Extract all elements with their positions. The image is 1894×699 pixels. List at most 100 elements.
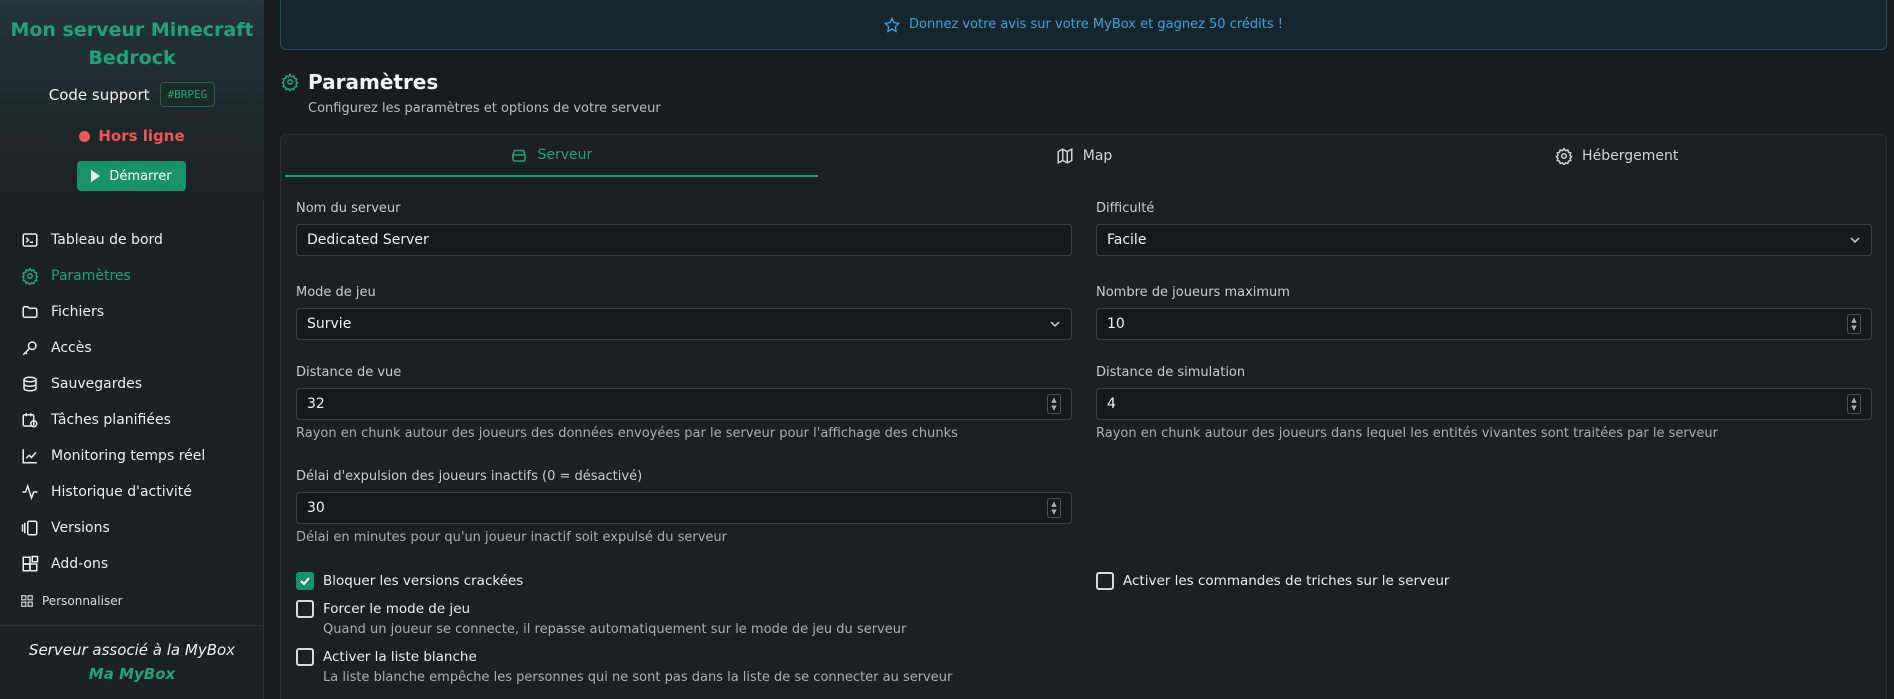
- star-icon: [884, 16, 900, 33]
- cheats-checkbox[interactable]: [1096, 572, 1114, 590]
- whitelist-help: La liste blanche empêche les personnes q…: [323, 670, 953, 685]
- view-distance-help: Rayon en chunk autour des joueurs des do…: [296, 426, 958, 441]
- whitelist-checkbox-row[interactable]: Activer la liste blanche: [296, 648, 477, 666]
- my-mybox-link[interactable]: Ma MyBox: [0, 665, 264, 683]
- database-icon: [20, 374, 40, 394]
- sidebar-item-label: Paramètres: [51, 268, 131, 284]
- block-cracked-checkbox-row[interactable]: Bloquer les versions crackées: [296, 572, 523, 590]
- sidebar-item-label: Historique d'activité: [51, 484, 192, 500]
- tab-label: Serveur: [537, 147, 593, 163]
- sim-distance-help: Rayon en chunk autour des joueurs dans l…: [1096, 426, 1718, 441]
- page-header: Paramètres: [281, 70, 438, 94]
- page-subtitle: Configurez les paramètres et options de …: [308, 101, 661, 116]
- sidebar-item-access[interactable]: Accès: [20, 330, 250, 366]
- support-code-badge[interactable]: #BRPEG: [159, 82, 216, 107]
- feedback-banner-text: Donnez votre avis sur votre MyBox et gag…: [909, 17, 1283, 32]
- gamemode-label: Mode de jeu: [296, 285, 376, 300]
- cheats-checkbox-row[interactable]: Activer les commandes de triches sur le …: [1096, 572, 1449, 590]
- sidebar-item-label: Tableau de bord: [51, 232, 163, 248]
- gamemode-select[interactable]: Survie: [296, 308, 1072, 340]
- play-icon: [91, 170, 101, 182]
- sidebar-item-versions[interactable]: Versions: [20, 510, 250, 546]
- gear-icon: [20, 266, 40, 286]
- view-distance-label: Distance de vue: [296, 365, 402, 380]
- sidebar-item-label: Tâches planifiées: [51, 412, 171, 428]
- gear-icon: [1555, 146, 1573, 165]
- check-icon: [300, 577, 310, 586]
- sidebar-item-label: Versions: [51, 520, 110, 536]
- view-distance-input[interactable]: 32 ▲ ▼: [296, 388, 1072, 420]
- max-players-value: 10: [1107, 316, 1125, 332]
- start-server-button[interactable]: Démarrer: [77, 161, 186, 191]
- sim-distance-label: Distance de simulation: [1096, 365, 1246, 380]
- sidebar-item-dashboard[interactable]: Tableau de bord: [20, 222, 250, 258]
- server-name-label: Nom du serveur: [296, 201, 401, 216]
- gear-icon: [281, 73, 299, 91]
- associated-mybox-text: Serveur associé à la MyBox: [28, 641, 236, 659]
- server-name: Mon serveur Minecraft Bedrock: [10, 19, 254, 69]
- settings-tabs: Serveur Map Hébergement: [285, 135, 1883, 177]
- sidebar-item-label: Fichiers: [51, 304, 105, 320]
- server-name-input[interactable]: Dedicated Server: [296, 224, 1072, 256]
- force-gamemode-label: Forcer le mode de jeu: [323, 601, 471, 617]
- number-stepper-icon[interactable]: ▲ ▼: [1847, 394, 1861, 414]
- sidebar-item-files[interactable]: Fichiers: [20, 294, 250, 330]
- cheats-label: Activer les commandes de triches sur le …: [1123, 573, 1450, 589]
- force-gamemode-checkbox-row[interactable]: Forcer le mode de jeu: [296, 600, 470, 618]
- calendar-clock-icon: [20, 410, 40, 430]
- versions-icon: [20, 518, 40, 538]
- sidebar: Mon serveur Minecraft Bedrock Code suppo…: [0, 0, 264, 699]
- block-cracked-checkbox[interactable]: [296, 572, 314, 590]
- sidebar-item-label: Add-ons: [51, 556, 109, 572]
- whitelist-label: Activer la liste blanche: [323, 649, 477, 665]
- sim-distance-value: 4: [1107, 396, 1116, 412]
- sidebar-item-activity-history[interactable]: Historique d'activité: [20, 474, 250, 510]
- server-status: Hors ligne: [0, 127, 264, 145]
- terminal-icon: [20, 230, 40, 250]
- sidebar-item-settings[interactable]: Paramètres: [20, 258, 250, 294]
- status-dot-icon: [79, 130, 91, 142]
- idle-kick-help: Délai en minutes pour qu'un joueur inact…: [296, 530, 728, 545]
- sidebar-item-scheduled-tasks[interactable]: Tâches planifiées: [20, 402, 250, 438]
- gamemode-value: Survie: [307, 316, 352, 332]
- number-stepper-icon[interactable]: ▲ ▼: [1047, 498, 1061, 518]
- number-stepper-icon[interactable]: ▲ ▼: [1047, 394, 1061, 414]
- grid-icon: [21, 595, 33, 607]
- max-players-input[interactable]: 10 ▲ ▼: [1096, 308, 1872, 340]
- customize-button[interactable]: Personnaliser: [20, 594, 123, 608]
- difficulty-value: Facile: [1107, 232, 1147, 248]
- settings-card: Serveur Map Hébergement Nom du serveur D…: [280, 134, 1887, 699]
- map-icon: [1057, 147, 1073, 164]
- chevron-down-icon: [1050, 321, 1060, 328]
- customize-label: Personnaliser: [42, 594, 123, 608]
- start-button-label: Démarrer: [109, 168, 172, 184]
- sidebar-nav: Tableau de bord Paramètres Fichiers Accè…: [20, 222, 250, 582]
- sidebar-divider: [0, 625, 264, 626]
- view-distance-value: 32: [307, 396, 325, 412]
- difficulty-select[interactable]: Facile: [1096, 224, 1872, 256]
- whitelist-checkbox[interactable]: [296, 648, 314, 666]
- support-code-row: Code support #BRPEG: [0, 82, 264, 107]
- tab-label: Hébergement: [1582, 147, 1679, 164]
- chevron-down-icon: [1850, 237, 1860, 244]
- activity-icon: [20, 482, 40, 502]
- tab-server[interactable]: Serveur: [285, 135, 818, 177]
- sidebar-item-label: Sauvegardes: [51, 376, 143, 392]
- force-gamemode-checkbox[interactable]: [296, 600, 314, 618]
- number-stepper-icon[interactable]: ▲ ▼: [1847, 314, 1861, 334]
- sim-distance-input[interactable]: 4 ▲ ▼: [1096, 388, 1872, 420]
- feedback-banner[interactable]: Donnez votre avis sur votre MyBox et gag…: [280, 0, 1887, 50]
- difficulty-label: Difficulté: [1096, 201, 1155, 216]
- sidebar-item-backups[interactable]: Sauvegardes: [20, 366, 250, 402]
- sidebar-item-monitoring[interactable]: Monitoring temps réel: [20, 438, 250, 474]
- tab-label: Map: [1082, 147, 1113, 164]
- status-text: Hors ligne: [98, 127, 185, 145]
- page-title: Paramètres: [308, 70, 439, 94]
- key-icon: [20, 338, 40, 358]
- sidebar-item-addons[interactable]: Add-ons: [20, 546, 250, 582]
- tab-map[interactable]: Map: [818, 135, 1351, 177]
- idle-kick-label: Délai d'expulsion des joueurs inactifs (…: [296, 469, 643, 484]
- tab-hosting[interactable]: Hébergement: [1350, 135, 1883, 177]
- support-code-label: Code support: [48, 85, 150, 104]
- idle-kick-input[interactable]: 30 ▲ ▼: [296, 492, 1072, 524]
